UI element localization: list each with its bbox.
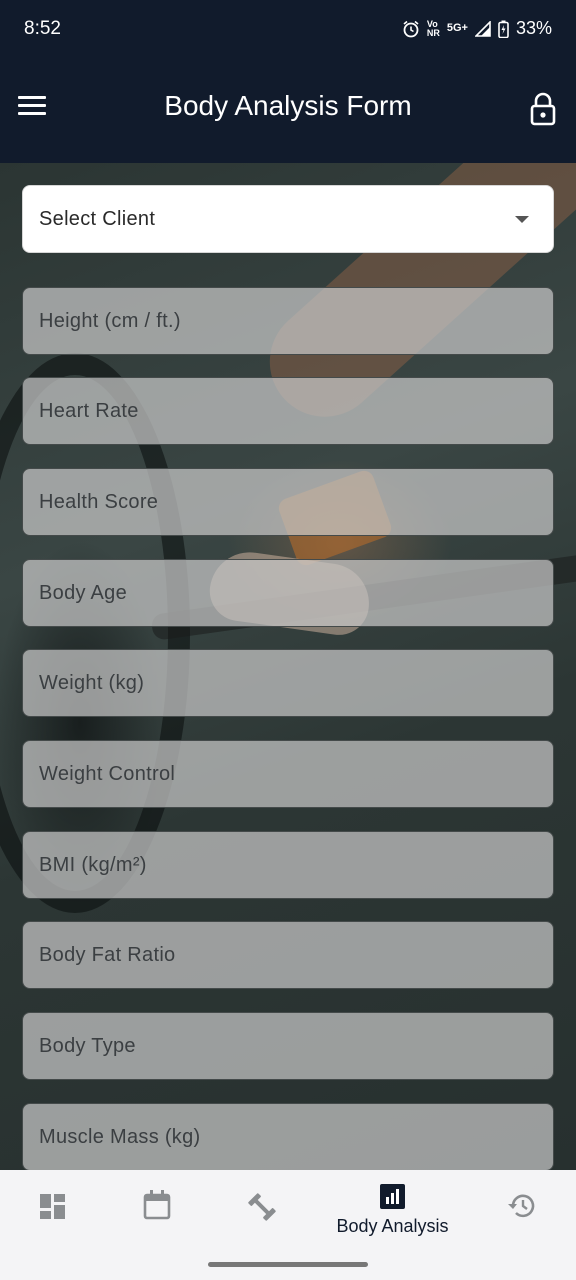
alarm-icon <box>403 20 419 37</box>
heart-rate-input[interactable] <box>23 378 553 444</box>
nav-item-dashboard[interactable] <box>0 1170 115 1250</box>
muscle-mass-input[interactable] <box>23 1104 553 1170</box>
nav-item-workout[interactable] <box>205 1170 320 1250</box>
body-age-input[interactable] <box>23 560 553 626</box>
home-indicator[interactable] <box>208 1262 368 1267</box>
status-icons: Vo NR 5G+ 33% <box>402 18 552 39</box>
dumbbell-icon <box>248 1193 276 1221</box>
height-input[interactable] <box>23 288 553 354</box>
dashboard-icon <box>40 1194 65 1219</box>
weight-field[interactable]: Weight (kg) <box>22 649 554 717</box>
body-fat-ratio-input[interactable] <box>23 922 553 988</box>
status-time: 8:52 <box>24 18 61 39</box>
lock-icon[interactable] <box>528 92 558 126</box>
heart-rate-field[interactable]: Heart Rate <box>22 377 554 445</box>
battery-percent: 33% <box>515 18 552 38</box>
bmi-input[interactable] <box>23 832 553 898</box>
weight-control-field[interactable]: Weight Control <box>22 740 554 808</box>
body-analysis-icon <box>380 1184 405 1209</box>
muscle-mass-field[interactable]: Muscle Mass (kg) <box>22 1103 554 1171</box>
battery-icon <box>498 20 509 38</box>
app-bar: Body Analysis Form <box>0 60 576 163</box>
page-title: Body Analysis Form <box>164 90 412 121</box>
height-field[interactable]: Height (cm / ft.) <box>22 287 554 355</box>
nav-item-calendar[interactable] <box>100 1170 215 1250</box>
body-type-input[interactable] <box>23 1013 553 1079</box>
select-client-label: Select Client <box>39 208 156 230</box>
body-type-field[interactable]: Body Type <box>22 1012 554 1080</box>
history-icon <box>508 1194 535 1218</box>
bmi-field[interactable]: BMI (kg/m²) <box>22 831 554 899</box>
nav-item-history[interactable] <box>465 1170 576 1250</box>
volte-indicator: Vo NR <box>426 18 440 38</box>
status-bar: 8:52 Vo NR 5G+ 33% <box>0 0 576 60</box>
network-type: 5G+ <box>446 22 468 34</box>
body-fat-ratio-field[interactable]: Body Fat Ratio <box>22 921 554 989</box>
body-age-field[interactable]: Body Age <box>22 559 554 627</box>
nav-item-body-analysis[interactable]: Body Analysis <box>335 1170 450 1250</box>
weight-control-input[interactable] <box>23 741 553 807</box>
health-score-input[interactable] <box>23 469 553 535</box>
select-client-dropdown[interactable]: Select Client <box>22 185 554 253</box>
signal-icon <box>474 20 491 37</box>
health-score-field[interactable]: Health Score <box>22 468 554 536</box>
calendar-icon <box>143 1190 171 1220</box>
nav-label-body-analysis: Body Analysis <box>336 1216 449 1236</box>
dropdown-arrow-icon <box>515 216 529 223</box>
weight-input[interactable] <box>23 650 553 716</box>
